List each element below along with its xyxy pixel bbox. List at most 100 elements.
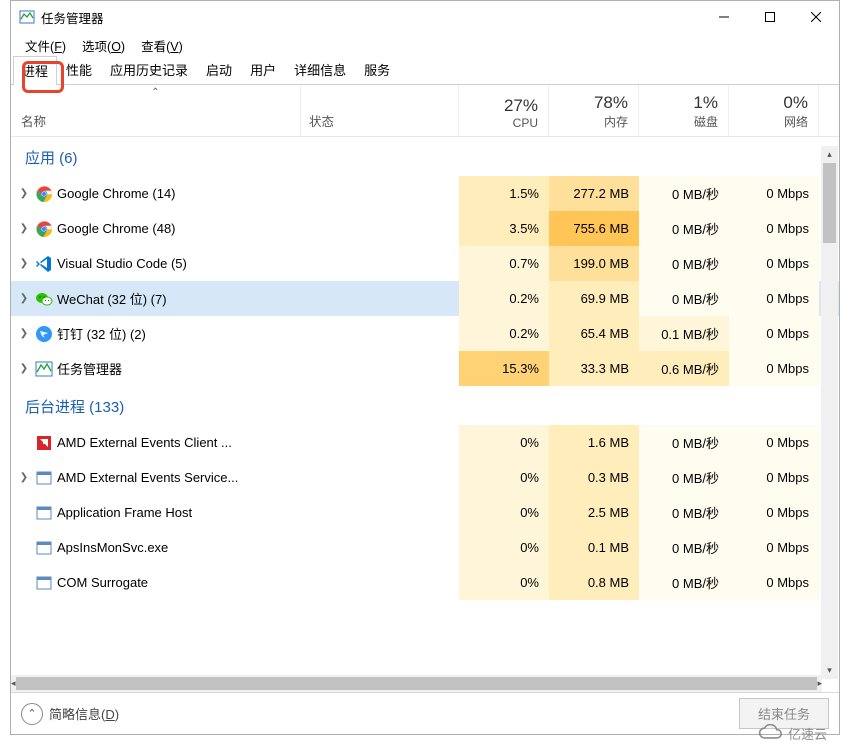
maximize-button[interactable]: [747, 1, 793, 33]
close-button[interactable]: [793, 1, 839, 33]
metric-cell: 0.1 MB: [549, 530, 639, 565]
metric-cell: 0.8 MB: [549, 565, 639, 600]
metric-cell: 0 MB/秒: [639, 211, 729, 246]
vscode-icon: [35, 255, 53, 273]
end-task-button[interactable]: 结束任务: [739, 698, 829, 729]
expand-icon: ❯: [17, 507, 31, 518]
header-memory[interactable]: 78% 内存: [549, 85, 639, 136]
metric-cell: 0 Mbps: [729, 460, 819, 495]
generic-icon: [35, 469, 53, 487]
window-title: 任务管理器: [41, 8, 701, 27]
metric-cell: 0 Mbps: [729, 565, 819, 600]
expand-icon[interactable]: ❯: [17, 328, 31, 339]
scroll-up-icon[interactable]: ▴: [821, 146, 838, 163]
process-row[interactable]: ❯AMD External Events Service...0%0.3 MB0…: [11, 460, 839, 495]
process-table: 应用 (6)❯Google Chrome (14)1.5%277.2 MB0 M…: [11, 137, 839, 675]
vertical-scrollbar[interactable]: ▴ ▾: [821, 146, 838, 679]
tab-app-history[interactable]: 应用历史记录: [101, 55, 197, 84]
taskmgr-icon: [35, 360, 53, 378]
tab-performance[interactable]: 性能: [57, 55, 101, 84]
process-row[interactable]: ❯COM Surrogate0%0.8 MB0 MB/秒0 Mbps: [11, 565, 839, 600]
metric-cell: 199.0 MB: [549, 246, 639, 281]
process-name: Google Chrome (48): [57, 221, 176, 236]
process-name: Google Chrome (14): [57, 186, 176, 201]
minimize-button[interactable]: [701, 1, 747, 33]
menubar: 文件(F) 选项(O) 查看(V): [11, 33, 839, 57]
titlebar: 任务管理器: [11, 1, 839, 33]
metric-cell: 0%: [459, 425, 549, 460]
metric-cell: 0.2%: [459, 281, 549, 316]
header-status[interactable]: 状态: [301, 85, 459, 136]
window-controls: [701, 1, 839, 33]
process-name-cell: ❯ 任务管理器: [11, 359, 301, 378]
scroll-thumb-h[interactable]: [16, 677, 818, 690]
process-name: 钉钉 (32 位) (2): [57, 324, 146, 343]
metric-cell: 0 MB/秒: [639, 530, 729, 565]
process-name: 任务管理器: [57, 359, 122, 378]
process-row[interactable]: ❯Visual Studio Code (5)0.7%199.0 MB0 MB/…: [11, 246, 839, 281]
metric-cell: 0 Mbps: [729, 281, 819, 316]
process-row[interactable]: ❯钉钉 (32 位) (2)0.2%65.4 MB0.1 MB/秒0 Mbps: [11, 316, 839, 351]
metric-cell: 0 MB/秒: [639, 495, 729, 530]
group-header: 后台进程 (133): [11, 386, 839, 425]
menu-file[interactable]: 文件(F): [17, 34, 74, 57]
menu-view[interactable]: 查看(V): [133, 34, 191, 57]
metric-cell: 0%: [459, 460, 549, 495]
header-cpu[interactable]: 27% CPU: [459, 85, 549, 136]
generic-icon: [35, 504, 53, 522]
metric-cell: 0 Mbps: [729, 211, 819, 246]
expand-icon[interactable]: ❯: [17, 223, 31, 234]
process-row[interactable]: ❯WeChat (32 位) (7)0.2%69.9 MB0 MB/秒0 Mbp…: [11, 281, 839, 316]
expand-icon[interactable]: ❯: [17, 472, 31, 483]
process-row[interactable]: ❯Google Chrome (48)3.5%755.6 MB0 MB/秒0 M…: [11, 211, 839, 246]
tab-users[interactable]: 用户: [241, 55, 285, 84]
expand-icon[interactable]: ❯: [17, 293, 31, 304]
process-name: COM Surrogate: [57, 575, 148, 590]
expand-icon: ❯: [17, 437, 31, 448]
metric-cell: 277.2 MB: [549, 176, 639, 211]
metric-cell: 0 MB/秒: [639, 565, 729, 600]
metric-cell: 0.1 MB/秒: [639, 316, 729, 351]
expand-icon[interactable]: ❯: [17, 258, 31, 269]
brief-info-button[interactable]: ⌃ 简略信息(D): [21, 703, 119, 725]
process-name: Visual Studio Code (5): [57, 256, 187, 271]
scroll-down-icon[interactable]: ▾: [821, 662, 838, 679]
chevron-up-circle-icon: ⌃: [21, 703, 43, 725]
process-row[interactable]: ❯ApsInsMonSvc.exe0%0.1 MB0 MB/秒0 Mbps: [11, 530, 839, 565]
header-disk[interactable]: 1% 磁盘: [639, 85, 729, 136]
metric-cell: 0 Mbps: [729, 351, 819, 386]
dingtalk-icon: [35, 325, 53, 343]
tab-details[interactable]: 详细信息: [285, 55, 355, 84]
metric-cell: 0.2%: [459, 316, 549, 351]
header-name[interactable]: ⌃ 名称: [11, 85, 301, 136]
process-name-cell: ❯ Google Chrome (14): [11, 185, 301, 203]
tab-services[interactable]: 服务: [355, 55, 399, 84]
metric-cell: 0.6 MB/秒: [639, 351, 729, 386]
scroll-thumb-v[interactable]: [823, 163, 836, 243]
process-row[interactable]: ❯AMD External Events Client ...0%1.6 MB0…: [11, 425, 839, 460]
expand-icon[interactable]: ❯: [17, 363, 31, 374]
process-name: Application Frame Host: [57, 505, 192, 520]
column-headers: ⌃ 名称 状态 27% CPU 78% 内存 1% 磁盘 0% 网络: [11, 85, 839, 137]
metric-cell: 69.9 MB: [549, 281, 639, 316]
process-row[interactable]: ❯Application Frame Host0%2.5 MB0 MB/秒0 M…: [11, 495, 839, 530]
metric-cell: 3.5%: [459, 211, 549, 246]
sort-arrow-icon: ⌃: [151, 87, 159, 98]
tab-startup[interactable]: 启动: [197, 55, 241, 84]
metric-cell: 1.5%: [459, 176, 549, 211]
process-name-cell: ❯AMD External Events Client ...: [11, 434, 301, 452]
process-name: AMD External Events Service...: [57, 470, 238, 485]
metric-cell: 1.6 MB: [549, 425, 639, 460]
header-network[interactable]: 0% 网络: [729, 85, 819, 136]
expand-icon[interactable]: ❯: [17, 188, 31, 199]
process-row[interactable]: ❯Google Chrome (14)1.5%277.2 MB0 MB/秒0 M…: [11, 176, 839, 211]
process-name-cell: ❯ Application Frame Host: [11, 504, 301, 522]
horizontal-scrollbar[interactable]: ◂ ▸: [11, 675, 822, 692]
process-name-cell: ❯ApsInsMonSvc.exe: [11, 539, 301, 557]
process-name-cell: ❯COM Surrogate: [11, 574, 301, 592]
menu-options[interactable]: 选项(O): [74, 34, 133, 57]
process-name-cell: ❯WeChat (32 位) (7): [11, 289, 301, 308]
tab-processes[interactable]: 进程: [13, 56, 57, 85]
process-row[interactable]: ❯任务管理器15.3%33.3 MB0.6 MB/秒0 Mbps: [11, 351, 839, 386]
chrome-icon: [35, 220, 53, 238]
